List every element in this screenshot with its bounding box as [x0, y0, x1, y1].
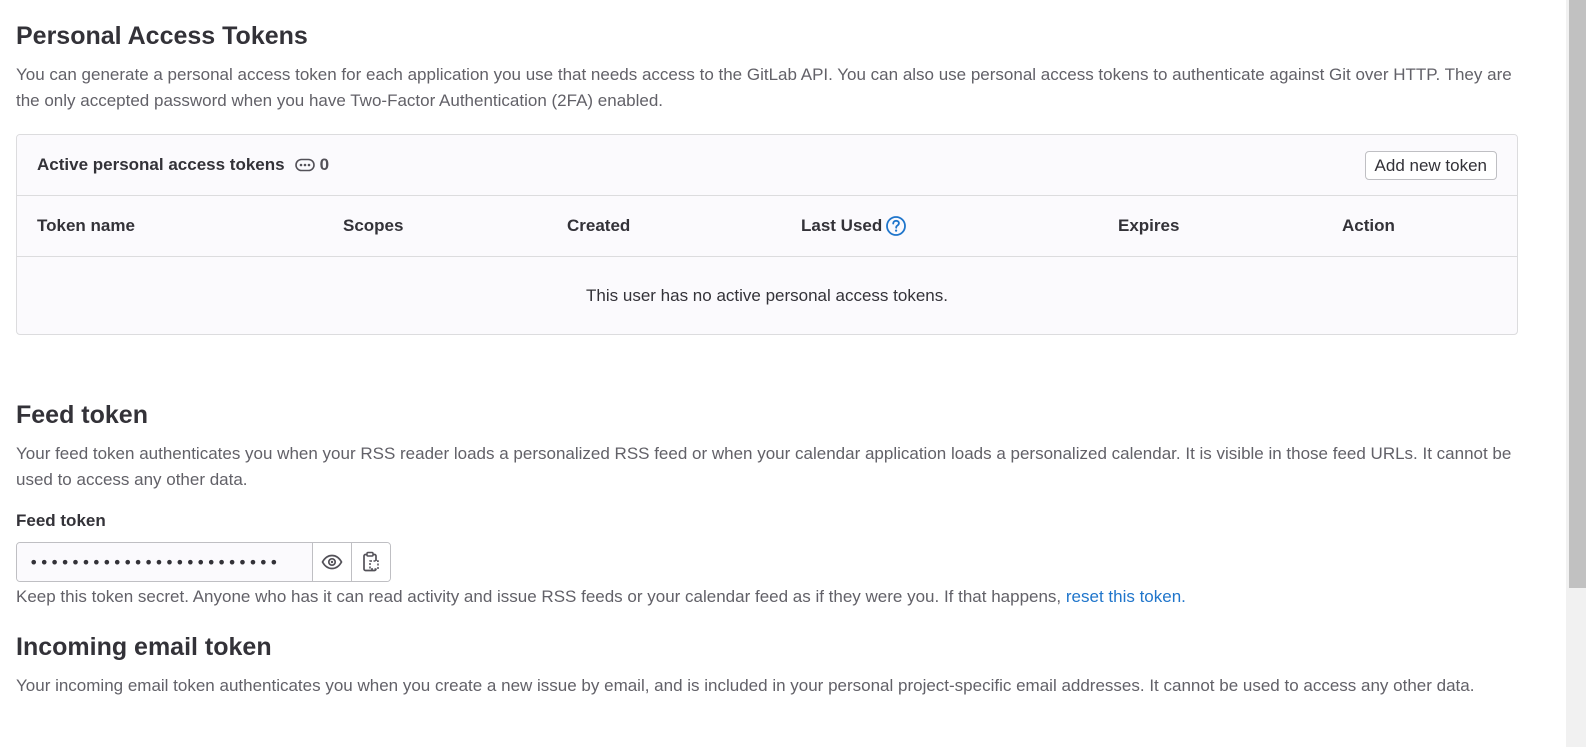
tokens-table-header: Token name Scopes Created Last Used Expi…	[17, 196, 1517, 257]
column-scopes: Scopes	[343, 216, 404, 235]
column-last-used-label: Last Used	[801, 216, 883, 235]
feed-description: Your feed token authenticates you when y…	[16, 444, 1512, 489]
active-tokens-card: Active personal access tokens 0 Add new …	[16, 134, 1518, 335]
email-section-title: Incoming email token	[16, 633, 272, 661]
reveal-token-button[interactable]	[312, 543, 351, 581]
column-last-used: Last Used	[801, 215, 907, 237]
empty-state-row: This user has no active personal access …	[17, 257, 1517, 334]
column-expires: Expires	[1118, 216, 1180, 235]
token-count-value: 0	[319, 155, 330, 174]
feed-section-title: Feed token	[16, 401, 148, 429]
pat-description: You can generate a personal access token…	[16, 65, 1512, 110]
column-created: Created	[567, 216, 631, 235]
token-count: 0	[294, 155, 330, 175]
eye-icon	[321, 554, 343, 570]
clipboard-icon	[363, 551, 379, 572]
pat-section-title: Personal Access Tokens	[16, 22, 308, 50]
add-new-token-button[interactable]: Add new token	[1364, 150, 1497, 180]
feed-token-help: Keep this token secret. Anyone who has i…	[16, 584, 1186, 610]
card-title: Active personal access tokens 0	[37, 155, 329, 175]
token-icon	[294, 158, 315, 172]
feed-help-text: Keep this token secret. Anyone who has i…	[16, 587, 1066, 606]
feed-token-field-group: ••••••••••••••••••••••••	[16, 542, 391, 582]
card-title-text: Active personal access tokens	[37, 155, 285, 174]
card-header: Active personal access tokens 0 Add new …	[17, 135, 1517, 196]
copy-token-button[interactable]	[351, 543, 390, 581]
email-description: Your incoming email token authenticates …	[16, 676, 1475, 695]
feed-token-label: Feed token	[16, 511, 106, 530]
reset-token-link[interactable]: reset this token.	[1066, 587, 1186, 606]
feed-token-input[interactable]: ••••••••••••••••••••••••	[17, 543, 312, 581]
column-action: Action	[1342, 216, 1395, 235]
page-scrollbar[interactable]	[1566, 0, 1586, 747]
empty-state-text: This user has no active personal access …	[586, 286, 948, 305]
question-icon[interactable]	[885, 215, 907, 237]
column-token-name: Token name	[37, 216, 135, 235]
scrollbar-thumb[interactable]	[1569, 0, 1586, 588]
